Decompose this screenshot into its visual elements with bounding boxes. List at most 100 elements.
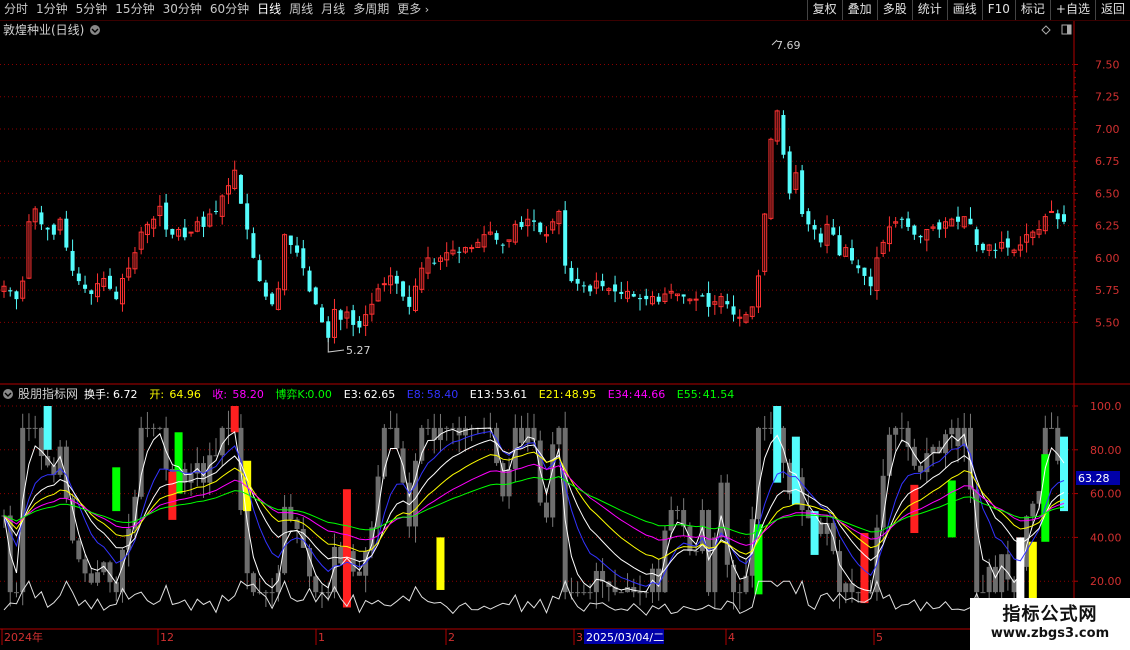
osc-body <box>325 592 331 594</box>
candle-body <box>781 115 786 155</box>
main-panel-title[interactable]: 敦煌种业(日线) <box>3 22 84 37</box>
candle-body <box>693 298 699 301</box>
period-tab[interactable]: 1分钟 <box>32 0 72 20</box>
candle-body <box>164 202 169 230</box>
indicator-dropdown-icon[interactable] <box>3 389 13 399</box>
diamond-icon[interactable] <box>1041 25 1051 35</box>
period-tab[interactable]: 分时 <box>0 0 32 20</box>
candle-body <box>619 291 624 294</box>
low-price-label: 5.27 <box>346 344 371 357</box>
candle-body <box>469 247 475 250</box>
candle-body <box>288 235 293 245</box>
low-pointer <box>327 337 345 353</box>
tool-button[interactable]: 返回 <box>1094 0 1130 20</box>
signal-bar <box>112 467 121 512</box>
candle-body <box>899 218 904 220</box>
period-tab[interactable]: 更多 › <box>393 0 433 20</box>
osc-body <box>618 592 624 594</box>
indicator-panel-plot <box>1 406 1068 616</box>
candle-body <box>494 233 499 240</box>
readout-value: 6.72 <box>113 388 138 401</box>
osc-body <box>95 572 101 583</box>
osc-body <box>824 522 830 534</box>
time-label: 2 <box>448 631 455 644</box>
tool-button[interactable]: F10 <box>981 0 1015 20</box>
stock-chart[interactable]: 7.50 7.25 7.00 6.75 6.50 6.25 6.00 5.75 5.50 100.… <box>0 21 1130 650</box>
candle-body <box>394 275 399 284</box>
readout-value: 58.40 <box>427 388 459 401</box>
osc-body <box>980 592 986 594</box>
candle-body <box>812 225 817 230</box>
candle-body <box>787 151 792 194</box>
candle-body <box>818 233 823 243</box>
candle-body <box>519 221 524 227</box>
candle-body <box>800 170 805 215</box>
osc-body <box>1030 503 1036 517</box>
candle-body <box>613 284 618 292</box>
osc-body <box>32 427 38 429</box>
candle-body <box>295 245 300 253</box>
period-tab[interactable]: 30分钟 <box>159 0 206 20</box>
candle-body <box>918 235 923 238</box>
osc-body <box>88 573 94 583</box>
tool-button[interactable]: 标记 <box>1014 0 1050 20</box>
candle-body <box>83 284 88 289</box>
candle-body <box>320 307 324 323</box>
period-tabs: 分时 1分钟 5分钟 15分钟 30分钟 60分钟 日线 周线 月线 多周期 更多 › <box>0 0 433 20</box>
signal-bar <box>230 406 239 433</box>
indicator-tick-label: 20.00 <box>1090 575 1122 588</box>
period-tab[interactable]: 周线 <box>285 0 317 20</box>
indicator-tick-label: 60.00 <box>1090 488 1122 501</box>
price-tick-label: 6.50 <box>1095 187 1120 200</box>
candle-body <box>631 294 636 297</box>
dropdown-icon[interactable] <box>90 25 100 35</box>
tool-button[interactable]: 多股 <box>876 0 912 20</box>
tool-button[interactable]: 复权 <box>806 0 842 20</box>
osc-body <box>76 540 82 560</box>
readout-label: E3: <box>344 388 362 401</box>
osc-body <box>768 427 774 429</box>
panel-toggle-icon[interactable] <box>1061 24 1072 35</box>
osc-body <box>556 427 562 445</box>
candle-body <box>170 228 175 235</box>
osc-body <box>637 592 643 594</box>
readout-value: 62.65 <box>364 388 396 401</box>
osc-body <box>525 427 531 443</box>
period-tab[interactable]: 月线 <box>317 0 349 20</box>
osc-body <box>1049 427 1055 429</box>
candle-body <box>338 310 343 320</box>
tool-button[interactable]: +自选 <box>1049 0 1095 20</box>
watermark-logo: 指标公式网 www.zbgs3.com <box>970 598 1130 650</box>
osc-body <box>992 566 998 593</box>
indicator-name[interactable]: 股朋指标网 <box>18 386 78 401</box>
candle-body <box>270 293 275 305</box>
readout-value: 53.61 <box>496 388 528 401</box>
osc-body <box>500 463 506 497</box>
period-tab[interactable]: 60分钟 <box>206 0 253 20</box>
time-label: 12 <box>160 631 174 644</box>
osc-body <box>450 427 456 429</box>
candle-body <box>538 222 543 233</box>
candle-body <box>70 250 75 271</box>
candle-body <box>1062 214 1066 222</box>
osc-body <box>425 427 431 429</box>
readout-value: 58.20 <box>232 388 264 401</box>
period-tab[interactable]: 多周期 <box>349 0 393 20</box>
price-tick-label: 6.75 <box>1095 155 1120 168</box>
time-label: 5 <box>876 631 883 644</box>
tool-button[interactable]: 统计 <box>911 0 947 20</box>
osc-body <box>587 592 593 594</box>
signal-bar <box>791 436 800 505</box>
osc-body <box>918 465 924 473</box>
osc-body <box>1055 427 1061 461</box>
period-tab[interactable]: 日线 <box>253 0 285 20</box>
tool-button[interactable]: 画线 <box>946 0 982 20</box>
period-tab[interactable]: 15分钟 <box>111 0 158 20</box>
period-tab[interactable]: 5分钟 <box>72 0 112 20</box>
period-toolbar: 分时 1分钟 5分钟 15分钟 30分钟 60分钟 日线 周线 月线 多周期 更多 › 复权 叠加 多股… <box>0 0 1130 21</box>
readout-label: E34: <box>608 388 633 401</box>
candle-body <box>974 229 979 245</box>
tool-button[interactable]: 叠加 <box>841 0 877 20</box>
candle-body <box>313 287 318 305</box>
osc-body <box>643 592 649 594</box>
